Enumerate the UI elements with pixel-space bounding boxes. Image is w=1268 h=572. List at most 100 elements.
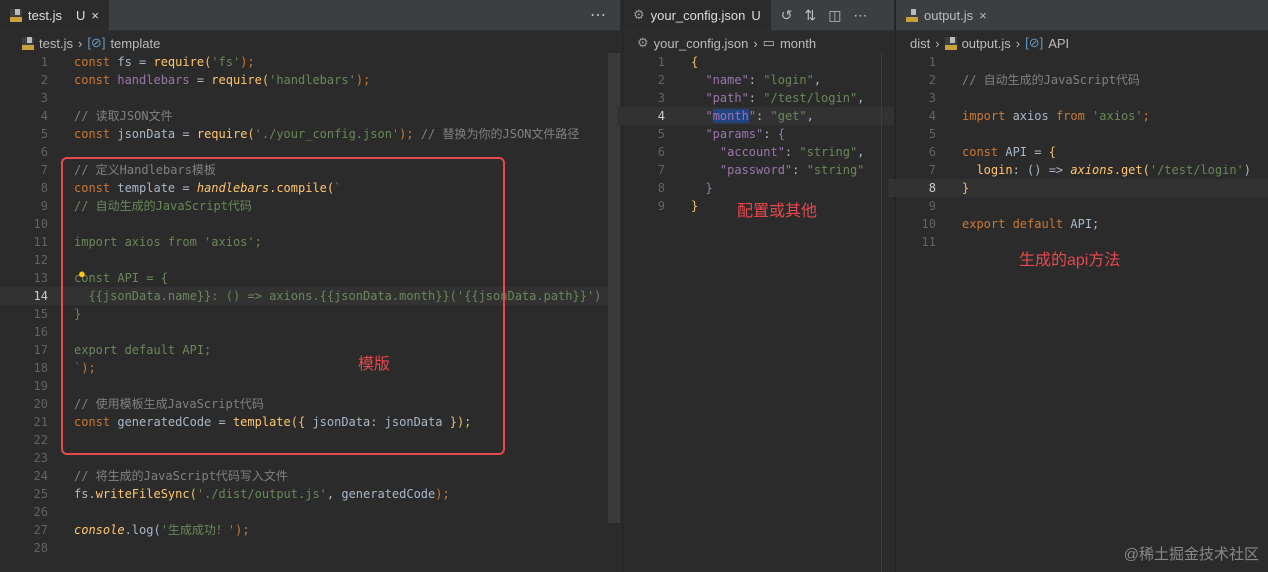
lightbulb-icon[interactable]: ●: [78, 266, 86, 281]
crumb-dir[interactable]: dist: [910, 36, 930, 51]
git-status: U: [75, 7, 86, 23]
code-token: , generatedCode: [326, 487, 436, 501]
code-line[interactable]: 4 "month": "get",: [617, 107, 894, 125]
code-token: "params": [691, 127, 764, 141]
code-editor[interactable]: 1 2 // 自动生成的JavaScript代码 3 4 import axios fro…: [888, 53, 1268, 251]
crumb-file[interactable]: output.js: [962, 36, 1011, 51]
scrollbar[interactable]: [881, 53, 882, 572]
code-line[interactable]: 28: [0, 539, 620, 557]
code-line[interactable]: 3: [0, 89, 620, 107]
code-token: :: [748, 73, 764, 87]
code-token: "path": [691, 91, 749, 105]
crumb-symbol[interactable]: month: [780, 36, 816, 51]
tab-output-js[interactable]: output.js ×: [896, 0, 997, 30]
json-file-icon: ⚙: [633, 7, 645, 22]
code-token: const: [962, 145, 1006, 159]
code-token: require: [196, 127, 248, 141]
code-token: "get": [770, 109, 807, 123]
line-number: 7: [657, 163, 665, 177]
code-line[interactable]: 27 console.log('生成成功！');: [0, 521, 620, 539]
code-token: axios: [1012, 109, 1056, 123]
code-token: 'handlebars': [269, 73, 356, 87]
tab-label: test.js: [28, 7, 62, 23]
code-token: API;: [1070, 217, 1100, 231]
crumb-symbol[interactable]: API: [1048, 36, 1069, 51]
code-token: console: [74, 523, 125, 537]
more-actions-icon[interactable]: ⋯: [590, 5, 606, 25]
compare-changes-icon[interactable]: ⇅: [804, 7, 816, 24]
code-line[interactable]: 9: [888, 197, 1268, 215]
line-number: 5: [928, 127, 936, 141]
line-number: 4: [928, 109, 936, 123]
crumb-file[interactable]: your_config.json: [654, 36, 749, 51]
more-actions-icon[interactable]: ⋯: [853, 7, 867, 24]
code-line[interactable]: 1 const fs = require('fs');: [0, 53, 620, 71]
code-line[interactable]: 2 "name": "login",: [617, 71, 894, 89]
split-editor-icon[interactable]: ◫: [828, 7, 841, 24]
annotation-generated-api: 生成的api方法: [1019, 252, 1121, 269]
code-line[interactable]: 2 // 自动生成的JavaScript代码: [888, 71, 1268, 89]
line-number: 6: [657, 145, 665, 159]
code-line[interactable]: 4 // 读取JSON文件: [0, 107, 620, 125]
code-token: const: [74, 55, 118, 69]
code-token: // 替换为你的JSON文件路径: [413, 127, 580, 141]
code-line[interactable]: 26: [0, 503, 620, 521]
code-line[interactable]: 24 // 将生成的JavaScript代码写入文件: [0, 467, 620, 485]
code-line[interactable]: 6 const API = {: [888, 143, 1268, 161]
breadcrumb: dist › output.js › [⊘] API: [896, 31, 1268, 55]
annotation-config: 配置或其他: [737, 203, 818, 220]
line-number: 3: [657, 91, 665, 105]
code-line[interactable]: 3: [888, 89, 1268, 107]
code-line[interactable]: 8}: [888, 179, 1268, 197]
code-line[interactable]: 1{: [617, 53, 894, 71]
code-token: (: [247, 127, 255, 141]
code-token: export default: [962, 217, 1071, 231]
js-file-icon: [906, 8, 918, 22]
code-token: '生成成功！': [160, 523, 236, 537]
code-line[interactable]: 5 const jsonData = require('./your_config…: [0, 125, 620, 143]
code-token: ): [1243, 163, 1252, 177]
code-line[interactable]: 6 "account": "string",: [617, 143, 894, 161]
code-token: require: [211, 73, 262, 87]
code-token: 'fs': [211, 55, 241, 69]
code-token: );: [355, 73, 371, 87]
code-line[interactable]: 5 "params": {: [617, 125, 894, 143]
code-line[interactable]: 7 login: () => axions.get('/test/login'): [888, 161, 1268, 179]
code-token: './your_config.json': [254, 127, 400, 141]
code-token: .log(: [124, 523, 161, 537]
crumb-symbol[interactable]: template: [110, 36, 160, 51]
line-number: 9: [657, 199, 665, 213]
tab-test-js[interactable]: test.js U ×: [0, 0, 109, 30]
code-line[interactable]: 2 const handlebars = require('handlebars'…: [0, 71, 620, 89]
code-line[interactable]: 1: [888, 53, 1268, 71]
code-editor[interactable]: 1{2 "name": "login", 3 "path": "/test/log…: [617, 53, 894, 215]
history-icon[interactable]: ↺: [781, 7, 793, 24]
code-line[interactable]: 7 "password": "string": [617, 161, 894, 179]
close-icon[interactable]: ×: [979, 8, 987, 23]
code-line[interactable]: 4 import axios from 'axios';: [888, 107, 1268, 125]
line-number: 25: [33, 487, 48, 501]
code-line[interactable]: 5: [888, 125, 1268, 143]
breadcrumb: ⚙ your_config.json › ▭ month: [623, 31, 894, 55]
tab-your-config-json[interactable]: ⚙ your_config.json U: [623, 0, 771, 30]
code-line[interactable]: 8 }: [617, 179, 894, 197]
line-number: 3: [40, 91, 48, 105]
line-number: 1: [40, 55, 48, 69]
code-token: ,: [857, 145, 865, 159]
line-number: 10: [921, 217, 936, 231]
code-token: writeFileSync: [95, 487, 190, 501]
line-number: 2: [40, 73, 48, 87]
line-number: 8: [657, 181, 665, 195]
code-line[interactable]: 10 export default API;: [888, 215, 1268, 233]
code-token: './dist/output.js': [196, 487, 327, 501]
close-icon[interactable]: ×: [91, 8, 99, 23]
code-token: "password": [691, 163, 793, 177]
code-line[interactable]: 25 fs.writeFileSync('./dist/output.js', g…: [0, 485, 620, 503]
code-line[interactable]: 3 "path": "/test/login",: [617, 89, 894, 107]
crumb-file[interactable]: test.js: [39, 36, 73, 51]
tab-bar: ⚙ your_config.json U ↺ ⇅ ◫ ⋯: [623, 0, 894, 31]
code-token: "string": [806, 163, 865, 177]
code-token: fs =: [117, 55, 154, 69]
string-icon: ▭: [762, 35, 775, 50]
code-token: :: [756, 109, 771, 123]
